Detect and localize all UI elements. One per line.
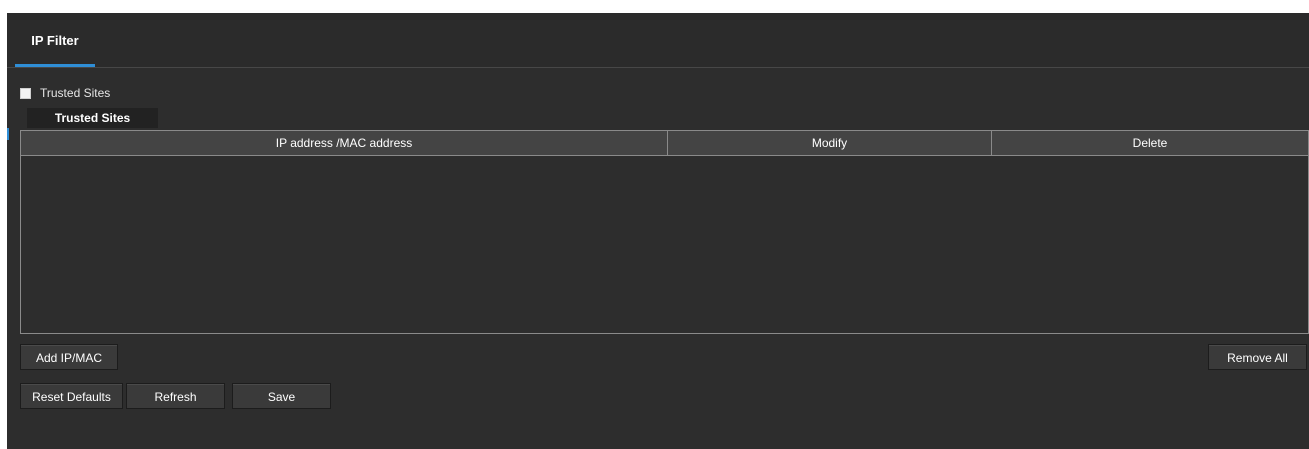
trusted-sites-toggle[interactable]: Trusted Sites [20,86,110,100]
column-header-modify: Modify [668,131,992,155]
refresh-button[interactable]: Refresh [126,383,225,409]
remove-all-button[interactable]: Remove All [1208,344,1307,370]
trusted-sites-checkbox[interactable] [20,87,31,99]
trusted-sites-section-title: Trusted Sites [27,108,158,128]
trusted-sites-checkbox-label: Trusted Sites [40,86,111,100]
add-ip-mac-button[interactable]: Add IP/MAC [20,344,118,370]
reset-defaults-button[interactable]: Reset Defaults [20,383,123,409]
page: IP Filter Trusted Sites Trusted Sites IP… [0,0,1309,449]
column-header-address: IP address /MAC address [21,131,668,155]
active-tab-indicator [15,64,95,67]
save-button[interactable]: Save [232,383,331,409]
ip-filter-panel: IP Filter Trusted Sites Trusted Sites IP… [7,13,1309,449]
tab-ip-filter[interactable]: IP Filter [15,13,95,67]
section-accent-marker [7,128,9,140]
tab-bar: IP Filter [7,13,1309,68]
table-header: IP address /MAC address Modify Delete [21,131,1308,156]
column-header-delete: Delete [1132,136,1168,150]
trusted-sites-table: IP address /MAC address Modify Delete [20,130,1309,334]
